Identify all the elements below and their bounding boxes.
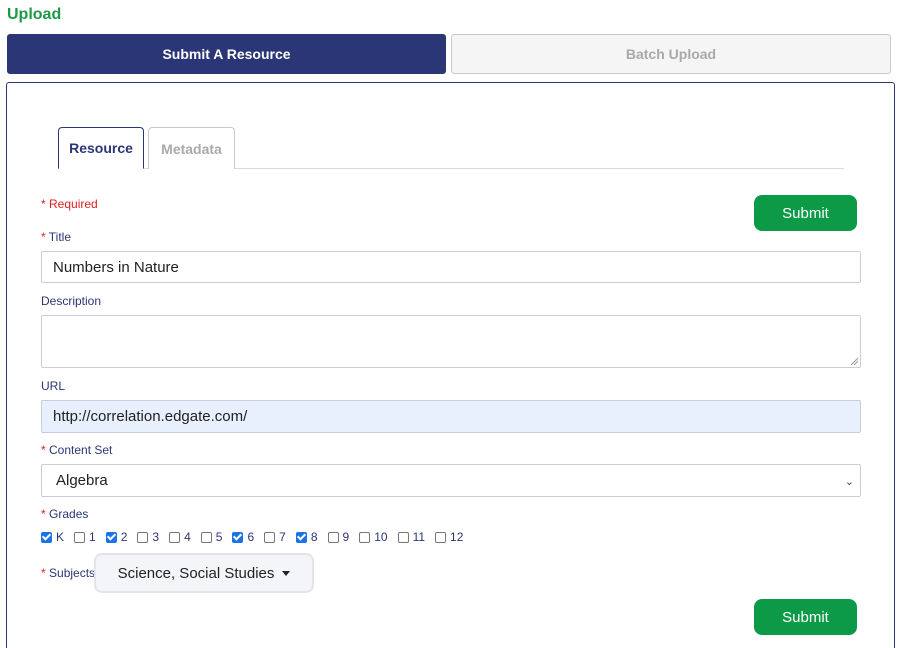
grade-option[interactable]: K (41, 530, 64, 544)
required-note: * Required (41, 197, 98, 211)
grade-checkbox[interactable] (397, 531, 409, 543)
grade-checkbox[interactable] (264, 531, 276, 543)
required-marker: * (41, 566, 46, 580)
grades-label-text: Grades (49, 507, 89, 521)
caret-down-icon (282, 570, 291, 576)
url-input[interactable]: http://correlation.edgate.com/ (41, 400, 861, 433)
subjects-label-text: Subjects (49, 566, 96, 580)
grade-option[interactable]: 9 (327, 530, 350, 544)
grades-checkbox-group: K 1 2 3 4 5 6 7 8 9 10 11 12 (41, 530, 473, 544)
grade-label: 1 (89, 530, 96, 544)
description-label: Description (41, 294, 102, 308)
submit-resource-tab[interactable]: Submit A Resource (7, 34, 446, 74)
grade-label: 9 (342, 530, 350, 544)
grade-option[interactable]: 7 (264, 530, 286, 544)
grade-checkbox[interactable] (41, 531, 52, 543)
grade-checkbox[interactable] (169, 531, 181, 543)
tab-resource[interactable]: Resource (58, 127, 144, 169)
subjects-value: Science, Social Studies (117, 564, 275, 582)
grade-checkbox[interactable] (359, 531, 371, 543)
grade-label: 12 (450, 530, 464, 544)
subjects-dropdown[interactable]: Science, Social Studies (94, 553, 314, 593)
required-marker: * (41, 507, 46, 521)
grade-option[interactable]: 12 (435, 530, 463, 544)
grade-checkbox[interactable] (232, 531, 244, 543)
grade-label: 4 (184, 530, 191, 544)
grade-option[interactable]: 6 (232, 530, 254, 544)
grade-label: 5 (215, 530, 223, 544)
grade-option[interactable]: 8 (295, 530, 318, 544)
required-note-text: Required (49, 197, 98, 211)
grade-checkbox[interactable] (137, 531, 149, 543)
description-textarea[interactable] (41, 315, 861, 368)
grade-label: 8 (310, 530, 318, 544)
title-input[interactable]: Numbers in Nature (41, 251, 861, 283)
title-value: Numbers in Nature (53, 258, 179, 276)
grade-label: 6 (247, 530, 255, 544)
grades-label: * Grades (41, 507, 88, 521)
page-title: Upload (7, 6, 62, 23)
required-marker: * (41, 443, 46, 457)
grade-checkbox[interactable] (435, 531, 447, 543)
grade-label: 11 (412, 530, 426, 544)
url-label: URL (41, 379, 66, 393)
grade-option[interactable]: 10 (359, 530, 388, 544)
grade-checkbox[interactable] (105, 531, 117, 543)
grade-option[interactable]: 5 (200, 530, 223, 544)
grade-checkbox[interactable] (295, 531, 307, 543)
submit-button-bottom[interactable]: Submit (754, 599, 857, 635)
resize-grip-icon[interactable] (850, 357, 858, 365)
content-set-select[interactable]: Algebra ⌄ (41, 464, 861, 497)
title-label-text: Title (48, 230, 72, 244)
subjects-label: * Subjects (41, 566, 95, 580)
grade-label: 7 (279, 530, 286, 544)
grade-checkbox[interactable] (327, 531, 339, 543)
grade-label: K (56, 530, 65, 544)
grade-checkbox[interactable] (74, 531, 86, 543)
content-set-label: * Content Set (41, 443, 112, 457)
grade-checkbox[interactable] (200, 531, 212, 543)
tab-metadata[interactable]: Metadata (148, 127, 235, 169)
grade-option[interactable]: 2 (105, 530, 128, 544)
grade-option[interactable]: 3 (137, 530, 159, 544)
required-marker: * (41, 230, 46, 244)
grade-label: 2 (120, 530, 128, 544)
chevron-down-icon: ⌄ (844, 476, 854, 488)
content-set-value: Algebra (56, 472, 108, 489)
batch-upload-tab[interactable]: Batch Upload (451, 34, 891, 74)
content-set-label-text: Content Set (49, 443, 113, 457)
url-value: http://correlation.edgate.com/ (53, 408, 248, 425)
grade-option[interactable]: 4 (169, 530, 191, 544)
required-marker: * (41, 197, 46, 211)
grade-option[interactable]: 1 (74, 530, 96, 544)
grade-label: 10 (374, 530, 388, 544)
submit-button-top[interactable]: Submit (754, 195, 857, 231)
grade-option[interactable]: 11 (397, 530, 426, 544)
title-label: * Title (41, 230, 71, 244)
grade-label: 3 (152, 530, 160, 544)
